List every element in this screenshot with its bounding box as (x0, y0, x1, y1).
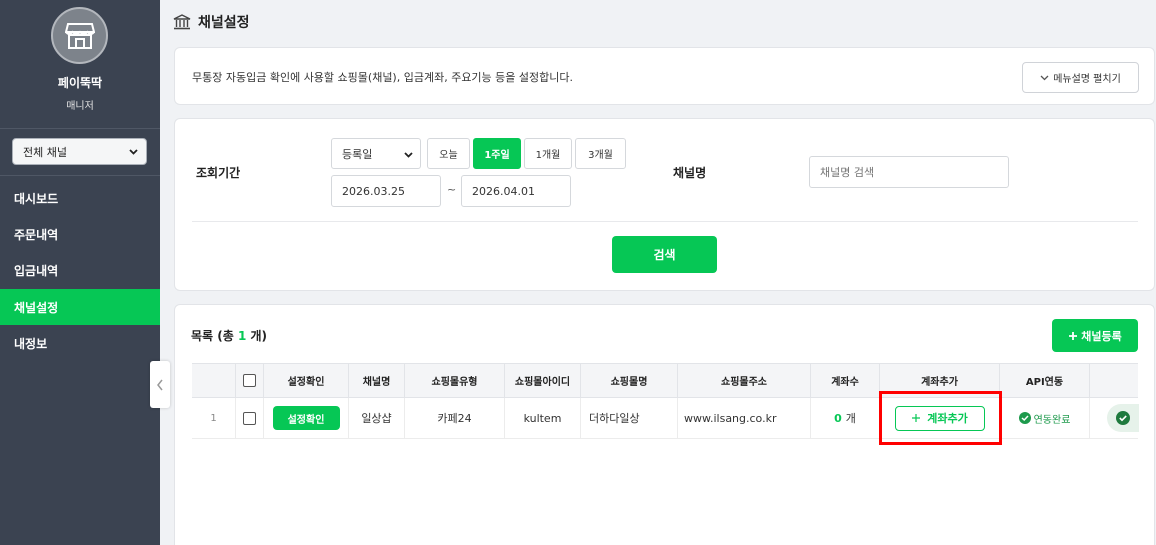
row-select-cell (236, 398, 264, 438)
date-type-select[interactable]: 등록일 (331, 138, 421, 169)
sidebar-item-channel-settings[interactable]: 채널설정 (0, 289, 160, 325)
check-circle-icon (1116, 411, 1130, 425)
column-header-api: API연동 (1000, 364, 1090, 397)
add-channel-button[interactable]: 채널등록 (1052, 319, 1138, 352)
api-status-badge: 연동완료 (1018, 411, 1071, 426)
api-status-text: 연동완료 (1033, 414, 1071, 426)
description-card: 무통장 자동입금 확인에 사용할 쇼핑몰(채널), 입금계좌, 주요기능 등을 … (174, 47, 1155, 105)
store-icon (64, 22, 95, 49)
menu-description-toggle-label: 메뉴설명 펼치기 (1053, 74, 1121, 85)
store-avatar (51, 7, 108, 64)
column-header-select (236, 364, 264, 397)
column-header-extra (1090, 364, 1138, 397)
plus-icon (1069, 331, 1078, 340)
sidebar: 페이뚝딱 매니저 전체 채널 대시보드 주문내역 입금내역 채널설정 내정보 (0, 0, 160, 545)
date-from-input[interactable]: 2026.03.25 (331, 175, 441, 207)
row-api-status-cell: 연동완료 (1000, 398, 1090, 438)
period-3month-button[interactable]: 3개월 (575, 138, 626, 169)
search-button[interactable]: 검색 (612, 236, 717, 273)
row-number: 1 (192, 398, 236, 438)
column-header-account-count: 계좌수 (811, 364, 880, 397)
sidebar-item-dashboard[interactable]: 대시보드 (0, 180, 160, 216)
menu-description-toggle-button[interactable]: 메뉴설명 펼치기 (1022, 62, 1139, 93)
filter-divider (192, 221, 1138, 222)
select-all-checkbox[interactable] (243, 374, 256, 387)
page-title-text: 채널설정 (198, 15, 250, 31)
page-description: 무통장 자동입금 확인에 사용할 쇼핑몰(채널), 입금계좌, 주요기능 등을 … (192, 71, 574, 84)
sidebar-item-my-info[interactable]: 내정보 (0, 325, 160, 361)
chevron-down-icon (1040, 75, 1049, 81)
date-range-separator: ~ (447, 183, 457, 196)
column-header-channel: 채널명 (349, 364, 405, 397)
row-mall-name: 더하다일상 (581, 398, 678, 438)
column-header-mall-id: 쇼핑몰아이디 (505, 364, 581, 397)
page-title: 채널설정 (173, 12, 250, 32)
check-circle-icon (1018, 412, 1031, 424)
row-mall-url: www.ilsang.co.kr (678, 398, 811, 438)
sidebar-collapse-button[interactable] (150, 361, 170, 408)
brand-name: 페이뚝딱 (57, 76, 103, 90)
channel-name-label: 채널명 (673, 166, 707, 180)
row-mall-type: 카페24 (405, 398, 505, 438)
column-header-confirm: 설정확인 (264, 364, 349, 397)
period-1week-button[interactable]: 1주일 (473, 138, 521, 169)
sidebar-item-deposits[interactable]: 입금내역 (0, 252, 160, 288)
row-channel-name: 일상샵 (349, 398, 405, 438)
chevron-left-icon (157, 379, 163, 390)
period-label: 조회기간 (196, 166, 241, 180)
row-checkbox[interactable] (243, 411, 256, 425)
column-header-mall-url: 쇼핑몰주소 (678, 364, 811, 397)
sidebar-divider (0, 128, 160, 129)
sidebar-divider (0, 175, 160, 176)
column-header-mall-type: 쇼핑몰유형 (405, 364, 505, 397)
add-channel-label: 채널등록 (1081, 329, 1122, 343)
period-today-button[interactable]: 오늘 (427, 138, 470, 169)
column-header-mall-name: 쇼핑몰명 (581, 364, 678, 397)
row-confirm-cell: 설정확인 (264, 398, 349, 438)
status-toggle[interactable] (1107, 404, 1139, 432)
channel-select-value: 전체 채널 (23, 145, 67, 159)
chevron-down-icon (129, 149, 138, 155)
sidebar-item-orders[interactable]: 주문내역 (0, 216, 160, 252)
user-role: 매니저 (66, 101, 94, 112)
column-header-no (192, 364, 236, 397)
channel-name-search-input[interactable] (809, 156, 1009, 188)
highlight-annotation (879, 391, 1002, 445)
account-count-value: 0 (834, 411, 842, 425)
date-to-input[interactable]: 2026.04.01 (461, 175, 571, 207)
period-1month-button[interactable]: 1개월 (524, 138, 572, 169)
list-title: 목록 (총 1 개) (191, 329, 268, 343)
row-account-count: 0 개 (811, 398, 880, 438)
row-mall-id: kultem (505, 398, 581, 438)
chevron-down-icon (404, 152, 413, 158)
settings-confirm-button[interactable]: 설정확인 (272, 406, 340, 430)
date-type-value: 등록일 (342, 147, 373, 161)
channel-select[interactable]: 전체 채널 (12, 138, 147, 165)
account-count-unit: 개 (845, 412, 856, 425)
bank-icon (173, 14, 191, 30)
